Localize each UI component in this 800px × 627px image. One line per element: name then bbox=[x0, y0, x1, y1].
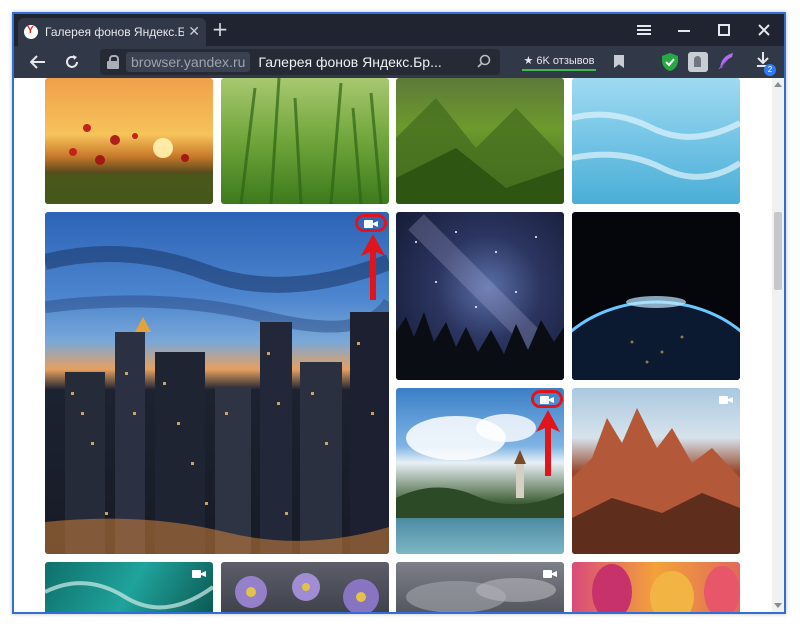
tab-title: Галерея фонов Яндекс.Б bbox=[45, 25, 185, 39]
browser-window: Галерея фонов Яндекс.Б ✕ + browser.yande… bbox=[12, 12, 786, 614]
tile-red-cliffs[interactable] bbox=[572, 388, 740, 554]
tile-earth-from-space[interactable] bbox=[572, 212, 740, 380]
protect-shield-icon[interactable] bbox=[660, 52, 680, 72]
tile-green-grass[interactable] bbox=[221, 78, 389, 204]
feather-extension-icon[interactable] bbox=[716, 52, 736, 72]
tile-purple-asters[interactable] bbox=[221, 562, 389, 612]
video-camera-icon bbox=[543, 570, 557, 578]
reviews-button[interactable]: ★ 6K отзывов bbox=[516, 50, 602, 74]
url-domain[interactable]: browser.yandex.ru bbox=[126, 52, 251, 72]
minimize-icon[interactable] bbox=[664, 14, 704, 46]
video-camera-icon bbox=[364, 220, 378, 228]
tile-storm-clouds[interactable] bbox=[396, 562, 564, 612]
lock-icon[interactable] bbox=[106, 54, 120, 70]
scroll-thumb[interactable] bbox=[774, 212, 782, 290]
tile-sunset-poppies[interactable] bbox=[45, 78, 213, 204]
title-bar: Галерея фонов Яндекс.Б ✕ + bbox=[14, 14, 784, 46]
back-arrow-icon[interactable] bbox=[24, 51, 52, 73]
reviews-rating-bar bbox=[522, 68, 596, 71]
tile-tulips[interactable] bbox=[572, 562, 740, 612]
red-arrow-annotation bbox=[536, 410, 560, 476]
tile-green-mountains[interactable] bbox=[396, 78, 564, 204]
scroll-down-arrow-icon[interactable] bbox=[774, 603, 782, 608]
download-icon[interactable]: 2 bbox=[750, 51, 776, 76]
reviews-label: ★ 6K отзывов bbox=[523, 54, 595, 67]
url-page-title[interactable]: Галерея фонов Яндекс.Бр... bbox=[258, 54, 458, 70]
search-in-page-icon[interactable] bbox=[476, 53, 494, 71]
video-camera-icon bbox=[192, 570, 206, 578]
extension-user-icon[interactable] bbox=[688, 52, 708, 72]
new-tab-button[interactable]: + bbox=[208, 18, 232, 42]
maximize-icon[interactable] bbox=[704, 14, 744, 46]
tab-close-icon[interactable]: ✕ bbox=[188, 24, 200, 40]
scroll-up-arrow-icon[interactable] bbox=[774, 82, 782, 87]
address-bar[interactable]: browser.yandex.ru Галерея фонов Яндекс.Б… bbox=[100, 49, 500, 75]
tile-city-night[interactable] bbox=[45, 212, 389, 554]
page-scrollbar[interactable] bbox=[772, 78, 784, 612]
bookmark-icon[interactable] bbox=[612, 53, 626, 71]
reload-icon[interactable] bbox=[58, 51, 86, 73]
downloads-count-badge: 2 bbox=[764, 64, 776, 76]
tile-frozen-ice[interactable] bbox=[572, 78, 740, 204]
tile-lake-bled[interactable] bbox=[396, 388, 564, 554]
red-arrow-annotation bbox=[361, 234, 385, 300]
navigation-bar: browser.yandex.ru Галерея фонов Яндекс.Б… bbox=[14, 46, 784, 78]
video-camera-icon bbox=[540, 396, 554, 404]
active-tab[interactable]: Галерея фонов Яндекс.Б ✕ bbox=[18, 18, 206, 46]
close-icon[interactable] bbox=[744, 14, 784, 46]
video-camera-icon bbox=[719, 396, 733, 404]
tile-starry-sky-forest[interactable] bbox=[396, 212, 564, 380]
yandex-favicon-icon bbox=[24, 25, 38, 39]
tile-turquoise-coast[interactable] bbox=[45, 562, 213, 612]
hamburger-icon[interactable] bbox=[624, 14, 664, 46]
wallpaper-gallery bbox=[14, 78, 784, 612]
